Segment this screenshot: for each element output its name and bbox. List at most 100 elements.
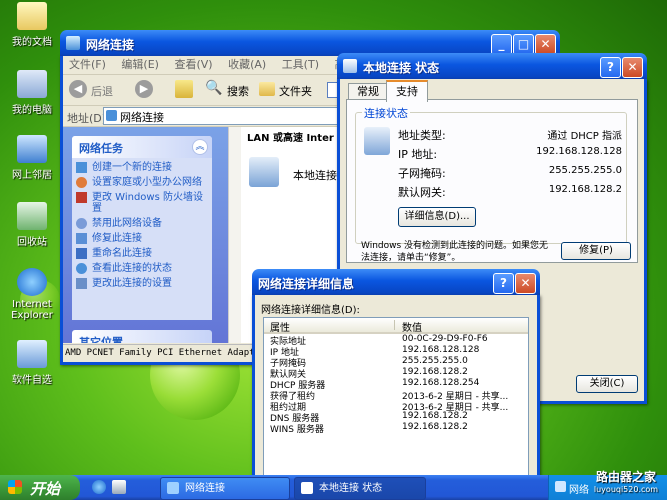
repair-button-label: 修复(P) — [579, 245, 613, 256]
gateway-value: 192.168.128.2 — [548, 184, 622, 195]
connection-item[interactable]: 本地连接 — [249, 157, 349, 197]
task-item-disable[interactable]: 禁用此网络设备 — [76, 218, 208, 229]
task-label: 重命名此连接 — [92, 248, 152, 259]
group-title: 连接状态 — [362, 105, 410, 121]
address-type-label: 地址类型: — [398, 129, 446, 142]
help-button[interactable]: ? — [600, 57, 621, 78]
close-button[interactable]: ✕ — [515, 273, 536, 294]
back-button[interactable]: ◀ 后退 — [69, 80, 119, 100]
network-tasks-panel: 网络任务 ︽ 创建一个新的连接 设置家庭或小型办公网络 更改 Windows 防… — [72, 136, 212, 320]
status-icon — [76, 263, 87, 274]
address-input[interactable]: 网络连接 — [103, 107, 345, 125]
column-header-value[interactable]: 数值 — [402, 319, 422, 334]
task-network-connections[interactable]: 网络连接 — [160, 477, 290, 500]
menu-view[interactable]: 查看(V) — [174, 58, 212, 71]
dialog-title: 本地连接 状态 — [363, 61, 440, 75]
details-list[interactable]: 属性 数值 实际地址 00-0C-29-D9-F0-F6 IP 地址 192.168… — [263, 317, 529, 479]
quicklaunch-ie-icon[interactable] — [92, 480, 106, 494]
task-item-status[interactable]: 查看此连接的状态 — [76, 263, 208, 274]
value-cell: 192.168.128.254 — [402, 378, 480, 388]
task-item-home-network[interactable]: 设置家庭或小型办公网络 — [76, 177, 208, 188]
taskbar: 开始 网络连接 本地连接 状态 网络 路由器之家 luyouqi520.com — [0, 470, 667, 500]
task-label: 设置家庭或小型办公网络 — [92, 177, 202, 188]
desktop-icon-network-places[interactable]: 网上邻居 — [2, 135, 62, 181]
close-dialog-button[interactable]: 关闭(C) — [576, 375, 638, 393]
search-icon: 🔍 — [205, 80, 223, 96]
network-tasks-header[interactable]: 网络任务 ︽ — [72, 136, 212, 158]
search-button[interactable]: 🔍 搜索 — [205, 80, 255, 100]
status-message-text: Windows 没有检测到此连接的问题。如果您无法连接，请单击“修复”。 — [361, 241, 549, 263]
desktop-icon-my-documents[interactable]: 我的文档 — [2, 2, 62, 48]
task-pane-scrollbar[interactable] — [228, 127, 241, 343]
start-button[interactable]: 开始 — [0, 475, 80, 500]
menu-favorites[interactable]: 收藏(A) — [228, 58, 266, 71]
quicklaunch-desktop-icon[interactable] — [112, 480, 126, 494]
tab-general[interactable]: 常规 — [348, 83, 388, 100]
new-connection-icon — [76, 162, 87, 173]
menu-tools[interactable]: 工具(T) — [282, 58, 319, 71]
task-list: 创建一个新的连接 设置家庭或小型办公网络 更改 Windows 防火墙设置 禁用… — [76, 162, 208, 293]
menu-file[interactable]: 文件(F) — [69, 58, 106, 71]
up-folder-icon[interactable] — [175, 80, 193, 98]
desktop-icon-label: 软件自选 — [12, 375, 52, 386]
details-dialog-titlebar[interactable]: 网络连接详细信息 ? ✕ — [252, 269, 540, 295]
other-places-header[interactable]: 其它位置 — [72, 330, 212, 343]
task-label: 修复此连接 — [92, 233, 142, 244]
address-label: 地址(D) — [67, 112, 107, 125]
value-cell: 192.168.128.128 — [402, 345, 480, 355]
task-item-create-connection[interactable]: 创建一个新的连接 — [76, 162, 208, 173]
collapse-chevron-icon[interactable]: ︽ — [192, 139, 208, 155]
tab-support[interactable]: 支持 — [386, 80, 428, 102]
connection-status-group: 连接状态 地址类型: 通过 DHCP 指派 IP 地址: 192.168.128… — [355, 105, 627, 244]
address-type-value: 通过 DHCP 指派 — [547, 131, 622, 142]
folders-button[interactable]: 文件夹 — [259, 80, 319, 100]
help-button[interactable]: ? — [493, 273, 514, 294]
tab-label: 常规 — [357, 85, 379, 98]
menu-edit[interactable]: 编辑(E) — [121, 58, 159, 71]
property-cell: WINS 服务器 — [270, 425, 324, 435]
recycle-bin-icon — [17, 202, 47, 230]
tray-network-icon[interactable] — [555, 481, 566, 492]
network-folder-icon — [66, 36, 80, 50]
minimize-button[interactable]: _ — [491, 34, 512, 55]
task-label: 禁用此网络设备 — [92, 218, 162, 229]
network-status-icon — [301, 482, 313, 494]
network-folder-icon — [167, 482, 179, 494]
close-button[interactable]: ✕ — [622, 57, 643, 78]
desktop-icon-ie[interactable]: Internet Explorer — [2, 268, 62, 321]
window-title: 网络连接 — [86, 38, 135, 52]
ip-value: 192.168.128.128 — [536, 146, 622, 157]
value-cell: 192.168.128.2 — [402, 422, 468, 432]
desktop-icon-recycle-bin[interactable]: 回收站 — [2, 202, 62, 248]
desktop-icon-my-computer[interactable]: 我的电脑 — [2, 70, 62, 116]
status-dialog-titlebar[interactable]: 本地连接 状态 ? ✕ — [337, 53, 647, 79]
folders-label: 文件夹 — [279, 85, 312, 98]
task-item-settings[interactable]: 更改此连接的设置 — [76, 278, 208, 289]
details-button-label: 详细信息(D)... — [404, 211, 470, 222]
firewall-icon — [76, 192, 87, 203]
group-header: LAN 或高速 Inter — [247, 133, 334, 144]
column-header-property[interactable]: 属性 — [270, 319, 290, 334]
status-message: Windows 没有检测到此连接的问题。如果您无法连接，请单击“修复”。 — [361, 240, 551, 264]
back-arrow-icon: ◀ — [69, 80, 87, 98]
back-label: 后退 — [91, 85, 113, 98]
task-item-repair[interactable]: 修复此连接 — [76, 233, 208, 244]
task-item-firewall[interactable]: 更改 Windows 防火墙设置 — [76, 192, 208, 214]
close-button[interactable]: ✕ — [535, 34, 556, 55]
desktop-icon-label: 我的文档 — [12, 37, 52, 48]
repair-button[interactable]: 修复(P) — [561, 242, 631, 260]
task-label: 创建一个新的连接 — [92, 162, 172, 173]
address-value: 网络连接 — [120, 111, 164, 124]
windows-logo-icon — [8, 480, 22, 494]
task-item-rename[interactable]: 重命名此连接 — [76, 248, 208, 259]
desktop-icon-software[interactable]: 软件自选 — [2, 340, 62, 386]
list-header: 属性 数值 — [264, 318, 528, 334]
details-button[interactable]: 详细信息(D)... — [398, 207, 476, 227]
watermark-title: 路由器之家 — [595, 470, 656, 484]
network-computer-icon — [364, 127, 390, 155]
network-tasks-title: 网络任务 — [79, 142, 123, 155]
maximize-button[interactable]: □ — [513, 34, 534, 55]
forward-arrow-icon[interactable]: ▶ — [135, 80, 153, 98]
task-status-dialog[interactable]: 本地连接 状态 — [294, 477, 426, 500]
task-label: 本地连接 状态 — [319, 483, 383, 494]
